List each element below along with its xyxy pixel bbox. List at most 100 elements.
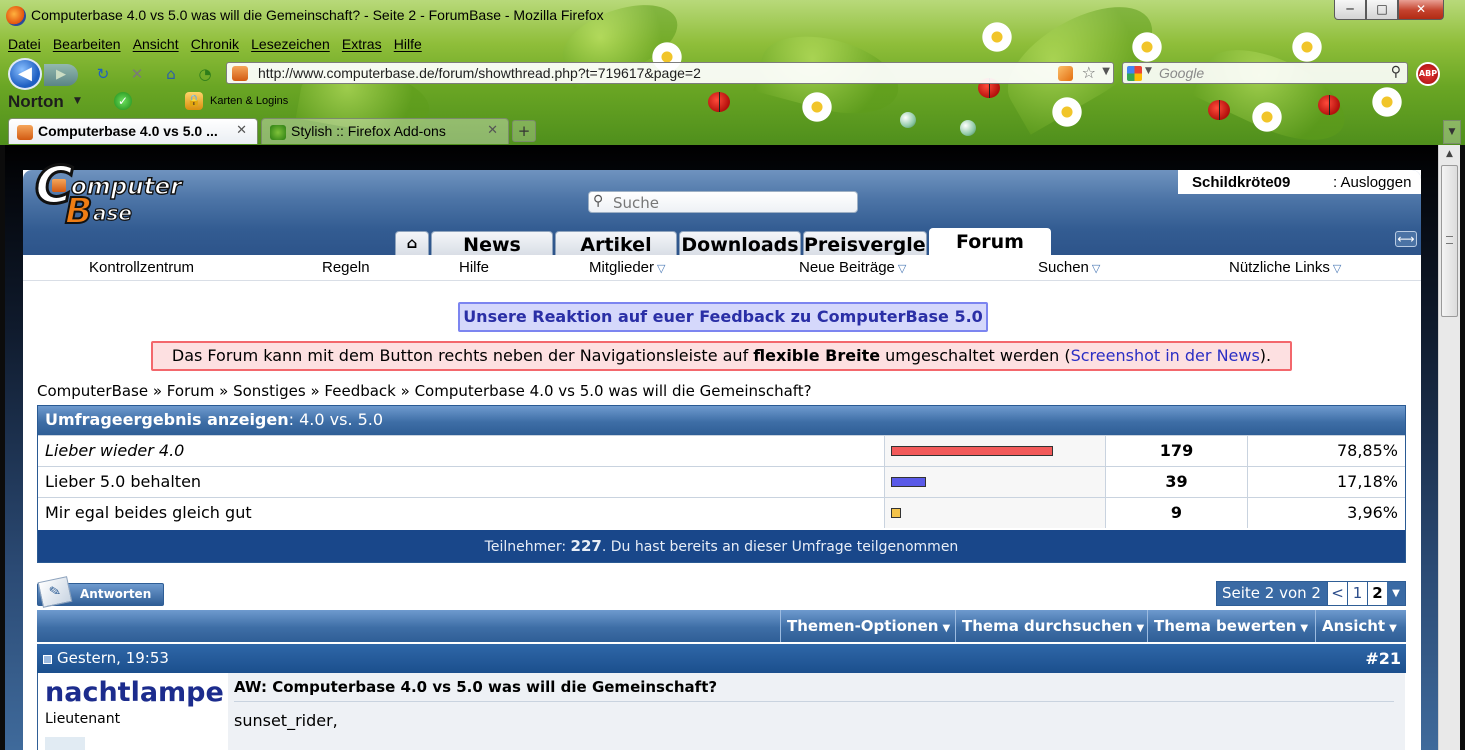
tab-home[interactable]: ⌂ [395, 231, 429, 255]
thread-tool-label: Themen-Optionen [787, 617, 939, 635]
username-link[interactable]: Schildkröte09 [1192, 174, 1290, 191]
close-tab-icon[interactable]: ✕ [487, 123, 498, 138]
reply-button[interactable]: ✎ Antworten [37, 576, 164, 608]
feedback-reaction-link[interactable]: Unsere Reaktion auf euer Feedback zu Com… [458, 302, 988, 332]
menu-extras[interactable]: Extras [342, 36, 382, 52]
menu-lesezeichen[interactable]: Lesezeichen [251, 36, 330, 52]
tab-bar: Computerbase 4.0 vs 5.0 ... ✕ Stylish ::… [0, 116, 1465, 144]
url-dropdown-icon[interactable]: ▼ [1102, 66, 1110, 77]
prev-page-link[interactable]: < [1327, 582, 1347, 605]
screenshot-news-link[interactable]: Screenshot in der News [1071, 346, 1260, 365]
menu-datei[interactable]: Datei [8, 36, 41, 52]
menu-chronik[interactable]: Chronik [191, 36, 239, 52]
thema-bewerten-menu[interactable]: Thema bewerten ▼ [1147, 610, 1308, 642]
subnav-mitglieder[interactable]: Mitglieder ▽ [589, 259, 666, 276]
norton-safe-check-icon[interactable]: ✓ [114, 92, 132, 110]
subnav-nuetzliche-links[interactable]: Nützliche Links ▽ [1229, 259, 1341, 276]
logout-link[interactable]: : Ausloggen [1333, 174, 1411, 191]
new-tab-button[interactable]: + [512, 120, 536, 142]
subnav-label: Suchen [1038, 259, 1089, 276]
norton-dropdown-icon[interactable]: ▼ [74, 96, 81, 106]
themen-optionen-menu[interactable]: Themen-Optionen ▼ [780, 610, 950, 642]
menu-hilfe[interactable]: Hilfe [394, 36, 422, 52]
site-search-placeholder: Suche [613, 194, 660, 212]
web-search-box[interactable]: ▼ Google ⚲ [1122, 62, 1408, 84]
tab-stylish[interactable]: Stylish :: Firefox Add-ons ✕ [261, 118, 509, 144]
subnav-regeln[interactable]: Regeln [322, 259, 370, 276]
stop-icon[interactable]: ✕ [128, 65, 146, 83]
poll-percent: 3,96% [1247, 498, 1405, 528]
tab-news[interactable]: News [431, 231, 553, 255]
page-jump-dropdown-icon[interactable]: ▼ [1387, 582, 1405, 605]
dropdown-arrow-icon: ▽ [1091, 263, 1101, 275]
norton-toolbar: Norton ▼ ✓ 🔒 Karten & Logins [0, 90, 1465, 112]
adblock-icon[interactable]: ABP [1416, 62, 1440, 86]
flexible-width-notice: Das Forum kann mit dem Button rechts neb… [151, 341, 1292, 371]
poll-results-link[interactable]: Umfrageergebnis anzeigen [45, 410, 289, 429]
search-icon[interactable]: ⚲ [1391, 64, 1401, 80]
window-title: Computerbase 4.0 vs 5.0 was will die Gem… [31, 7, 604, 23]
home-icon[interactable]: ⌂ [162, 65, 180, 83]
bookmark-star-icon[interactable]: ☆ [1082, 63, 1096, 82]
tab-label: Computerbase 4.0 vs 5.0 ... [38, 123, 218, 139]
write-reply-icon: ✎ [37, 576, 73, 608]
thread-tool-label: Ansicht [1322, 617, 1386, 635]
window-border [1460, 145, 1465, 750]
tab-forum[interactable]: Forum [929, 228, 1051, 256]
reload-icon[interactable]: ↻ [94, 65, 112, 83]
url-text[interactable]: http://www.computerbase.de/forum/showthr… [258, 65, 701, 81]
subnav-suchen[interactable]: Suchen ▽ [1038, 259, 1100, 276]
menu-bar: Datei Bearbeiten Ansicht Chronik Lesezei… [8, 36, 430, 54]
menu-ansicht[interactable]: Ansicht [133, 36, 179, 52]
tab-computerbase[interactable]: Computerbase 4.0 vs 5.0 ... ✕ [8, 118, 258, 144]
post-number-link[interactable]: #21 [1365, 644, 1401, 673]
tab-downloads[interactable]: Downloads [679, 231, 801, 255]
close-window-button[interactable]: ✕ [1398, 0, 1444, 20]
web-search-input[interactable]: Google [1159, 65, 1204, 81]
site-search-input[interactable]: ⚲ Suche [588, 191, 858, 213]
subnav-kontrollzentrum[interactable]: Kontrollzentrum [89, 259, 194, 276]
thread-tool-label: Thema bewerten [1154, 617, 1297, 635]
subnav-neue-beitraege[interactable]: Neue Beiträge ▽ [799, 259, 906, 276]
dropdown-arrow-icon: ▼ [1389, 623, 1397, 634]
avatar [45, 737, 85, 750]
forward-button[interactable]: ▶ [44, 64, 78, 86]
poll-percent: 17,18% [1247, 467, 1405, 497]
minimize-button[interactable]: ─ [1334, 0, 1366, 20]
rss-icon[interactable] [1058, 66, 1073, 81]
ansicht-menu[interactable]: Ansicht ▼ [1315, 610, 1397, 642]
page-1-link[interactable]: 1 [1347, 582, 1367, 605]
poll-bar-cell [884, 498, 1105, 528]
scroll-up-icon[interactable]: ▲ [1439, 145, 1460, 163]
poll-votes: 39 [1105, 467, 1247, 497]
post-author-name[interactable]: nachtlampe [45, 677, 224, 708]
page-indicator: Seite 2 von 2 [1217, 582, 1327, 605]
norton-logo[interactable]: Norton [8, 92, 64, 112]
close-tab-icon[interactable]: ✕ [236, 123, 247, 138]
scrollbar-thumb[interactable] [1441, 165, 1458, 317]
poll-option-label: Lieber wieder 4.0 [45, 441, 185, 460]
addon-refresh-icon[interactable]: ◔ [196, 65, 214, 83]
google-icon[interactable] [1127, 66, 1142, 81]
lock-icon[interactable]: 🔒 [185, 92, 203, 110]
reply-label: Antworten [80, 587, 152, 601]
title-bar: Computerbase 4.0 vs 5.0 was will die Gem… [0, 0, 1465, 32]
back-button[interactable]: ◀ [8, 58, 42, 90]
computerbase-page: C omputer B ase ⚲ Suche Schildkröte09 : … [23, 159, 1421, 750]
url-bar[interactable]: http://www.computerbase.de/forum/showthr… [226, 62, 1114, 84]
dropdown-arrow-icon: ▽ [657, 263, 666, 275]
thema-durchsuchen-menu[interactable]: Thema durchsuchen ▼ [955, 610, 1144, 642]
tab-artikel[interactable]: Artikel [555, 231, 677, 255]
maximize-button[interactable]: □ [1366, 0, 1398, 20]
vertical-scrollbar[interactable]: ▲ [1438, 145, 1460, 750]
karten-logins-button[interactable]: Karten & Logins [210, 95, 288, 107]
subnav-hilfe[interactable]: Hilfe [459, 259, 489, 276]
post: nachtlampe Lieutenant AW: Computerbase 4… [37, 673, 1406, 750]
tab-list-button[interactable]: ▼ [1443, 120, 1461, 144]
menu-bearbeiten[interactable]: Bearbeiten [53, 36, 121, 52]
tab-preisvergleich[interactable]: Preisvergleich [803, 231, 927, 255]
breadcrumb[interactable]: ComputerBase » Forum » Sonstiges » Feedb… [37, 382, 812, 400]
search-engine-dropdown-icon[interactable]: ▼ [1145, 66, 1152, 76]
poll-footer-text: Teilnehmer: [484, 539, 571, 555]
flexible-width-toggle[interactable]: ⟷ [1395, 231, 1417, 247]
